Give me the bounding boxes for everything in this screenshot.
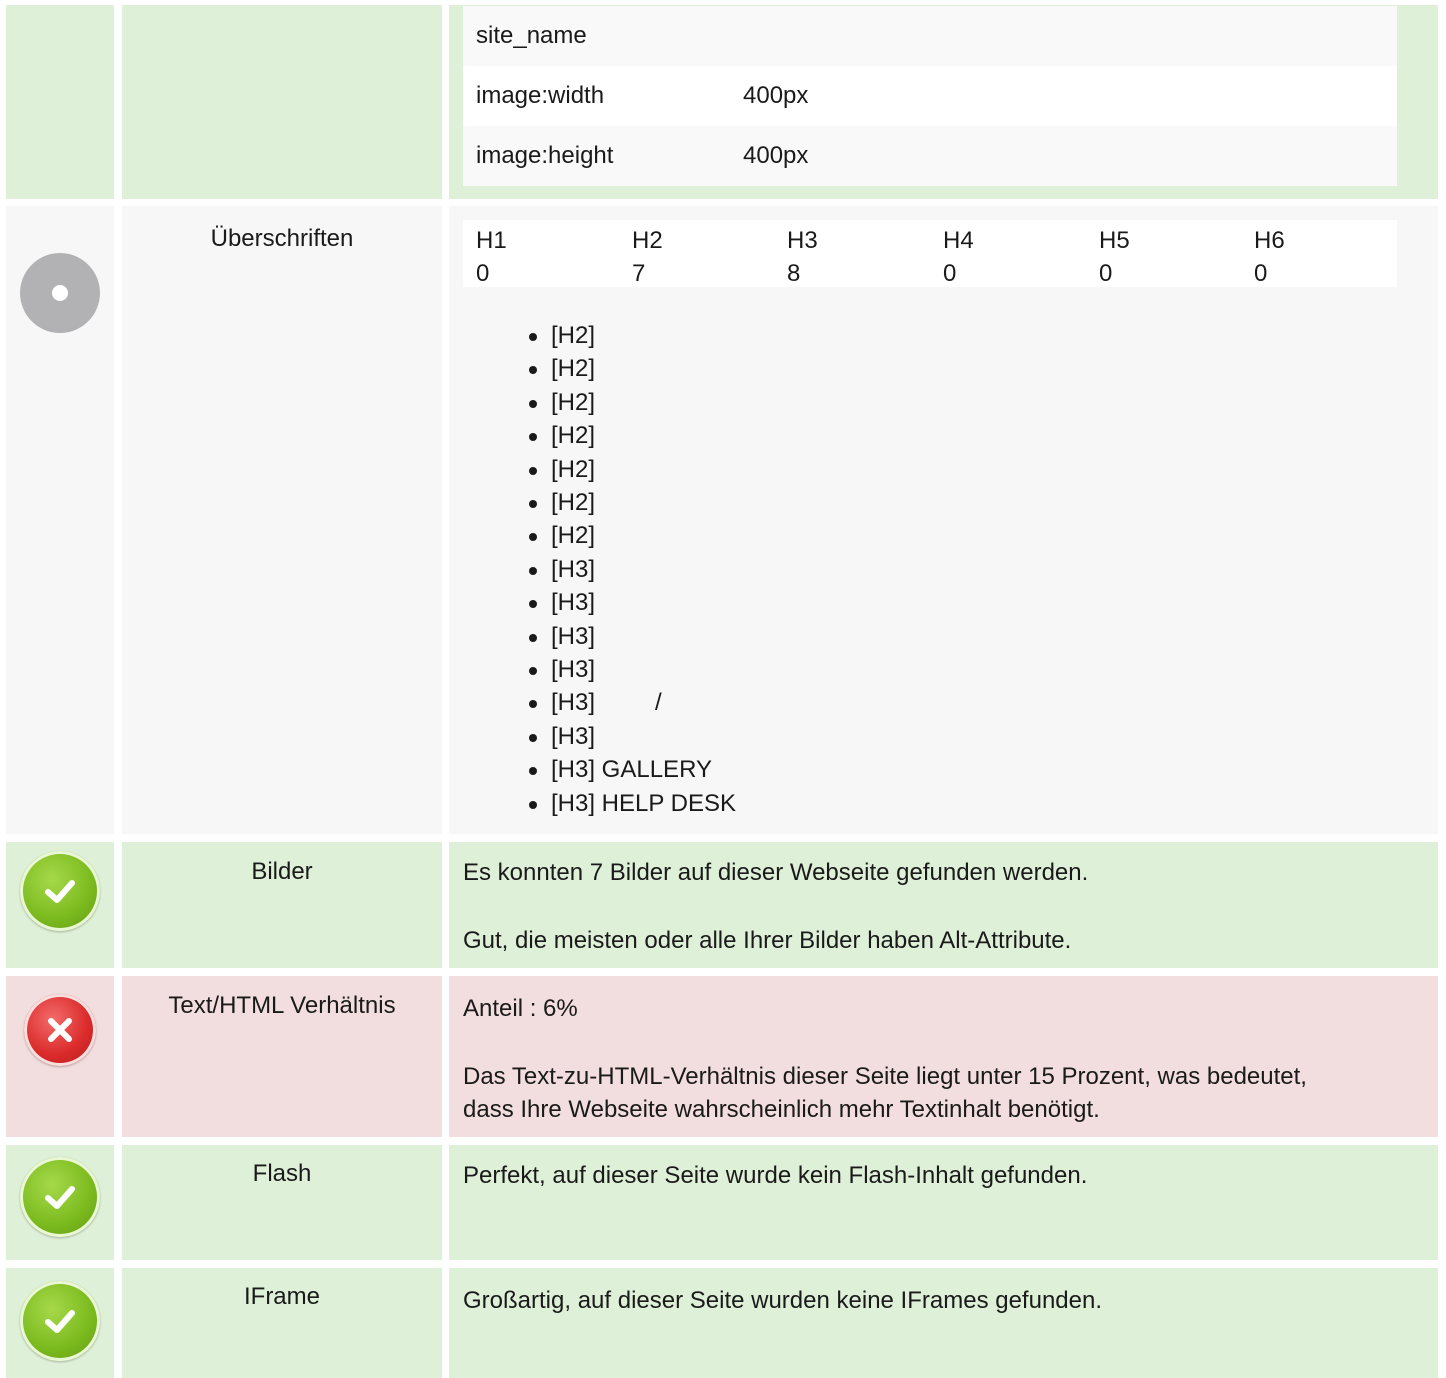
check-circle-icon: [20, 1157, 100, 1237]
headings-list: [H2] [H2] [H2] [H2] [H2] [H2] [H2] [H3] …: [526, 319, 736, 820]
meta-label-cell: [122, 5, 442, 199]
check-content-cell: Perfekt, auf dieser Seite wurde kein Fla…: [449, 1145, 1438, 1260]
status-icon-cell: [6, 1268, 114, 1378]
heading-level-count: 0: [943, 260, 957, 287]
list-item: [H3]: [526, 720, 736, 753]
check-label: Text/HTML Verhältnis: [168, 992, 396, 1019]
meta-table: site_name image:width 400px image:height…: [463, 6, 1397, 186]
check-message: Großartig, auf dieser Seite wurden keine…: [463, 1287, 1102, 1314]
heading-level-header: H6: [1254, 227, 1285, 254]
list-item: [H3]: [526, 586, 736, 619]
check-circle-icon: [20, 1281, 100, 1361]
list-item: [H2]: [526, 352, 736, 385]
headings-icon-cell: [6, 206, 114, 834]
check-message: Das Text-zu-HTML-Verhältnis dieser Seite…: [463, 1063, 1307, 1090]
heading-level-count: 8: [787, 260, 801, 287]
list-item: [H3] HELP DESK: [526, 787, 736, 820]
meta-value: 400px: [743, 82, 809, 109]
list-item: [H3] /: [526, 686, 736, 719]
heading-level-header: H1: [476, 227, 507, 254]
heading-level-count: 0: [1099, 260, 1113, 287]
meta-row: image:height 400px: [463, 126, 1397, 186]
list-item: [H3]: [526, 553, 736, 586]
x-circle-icon: [24, 994, 96, 1066]
meta-key: site_name: [476, 22, 587, 49]
meta-key: image:width: [476, 82, 605, 109]
list-item: [H2]: [526, 453, 736, 486]
check-message: Es konnten 7 Bilder auf dieser Webseite …: [463, 859, 1089, 886]
check-label: Bilder: [251, 858, 313, 885]
check-row-text-html-ratio: Text/HTML Verhältnis Anteil : 6% Das Tex…: [0, 976, 1446, 1137]
list-item: [H2]: [526, 319, 736, 352]
list-item: [H2]: [526, 486, 736, 519]
meta-tags-row: site_name image:width 400px image:height…: [0, 5, 1446, 199]
status-icon-cell: [6, 1145, 114, 1260]
check-label: IFrame: [243, 1283, 320, 1310]
heading-level-header: H2: [632, 227, 663, 254]
status-icon-cell: [6, 976, 114, 1137]
list-item: [H2]: [526, 419, 736, 452]
headings-row: Überschriften H1 H2 H3 H4 H5 H6 0 7 8 0 …: [0, 206, 1446, 834]
status-icon-cell: [6, 842, 114, 968]
check-row-iframe: IFrame Großartig, auf dieser Seite wurde…: [0, 1268, 1446, 1378]
heading-level-header: H4: [943, 227, 974, 254]
headings-count-table: H1 H2 H3 H4 H5 H6 0 7 8 0 0 0: [463, 220, 1397, 287]
check-row-flash: Flash Perfekt, auf dieser Seite wurde ke…: [0, 1145, 1446, 1260]
check-circle-icon: [20, 851, 100, 931]
meta-row: site_name: [463, 6, 1397, 66]
check-message: Anteil : 6%: [463, 995, 578, 1022]
check-message: Perfekt, auf dieser Seite wurde kein Fla…: [463, 1162, 1088, 1189]
heading-level-count: 0: [476, 260, 490, 287]
list-item: [H2]: [526, 519, 736, 552]
check-label-cell: Text/HTML Verhältnis: [122, 976, 442, 1137]
list-item: [H3]: [526, 653, 736, 686]
meta-icon-cell: [6, 5, 114, 199]
check-content-cell: Anteil : 6% Das Text-zu-HTML-Verhältnis …: [449, 976, 1438, 1137]
meta-value: 400px: [743, 142, 809, 169]
heading-level-count: 0: [1254, 260, 1268, 287]
headings-label-cell: Überschriften: [122, 206, 442, 834]
check-label-cell: Flash: [122, 1145, 442, 1260]
meta-row: image:width 400px: [463, 66, 1397, 126]
check-label: Flash: [252, 1160, 312, 1187]
check-row-images: Bilder Es konnten 7 Bilder auf dieser We…: [0, 842, 1446, 968]
check-content-cell: Es konnten 7 Bilder auf dieser Webseite …: [449, 842, 1438, 968]
check-message: Gut, die meisten oder alle Ihrer Bilder …: [463, 927, 1072, 954]
check-message: dass Ihre Webseite wahrscheinlich mehr T…: [463, 1096, 1100, 1123]
meta-key: image:height: [476, 142, 614, 169]
heading-level-header: H5: [1099, 227, 1130, 254]
headings-label: Überschriften: [210, 225, 354, 252]
check-content-cell: Großartig, auf dieser Seite wurden keine…: [449, 1268, 1438, 1378]
heading-level-header: H3: [787, 227, 818, 254]
info-dot-icon: [20, 253, 100, 333]
heading-level-count: 7: [632, 260, 646, 287]
list-item: [H3] GALLERY: [526, 753, 736, 786]
list-item: [H2]: [526, 386, 736, 419]
check-label-cell: Bilder: [122, 842, 442, 968]
list-item: [H3]: [526, 620, 736, 653]
check-label-cell: IFrame: [122, 1268, 442, 1378]
